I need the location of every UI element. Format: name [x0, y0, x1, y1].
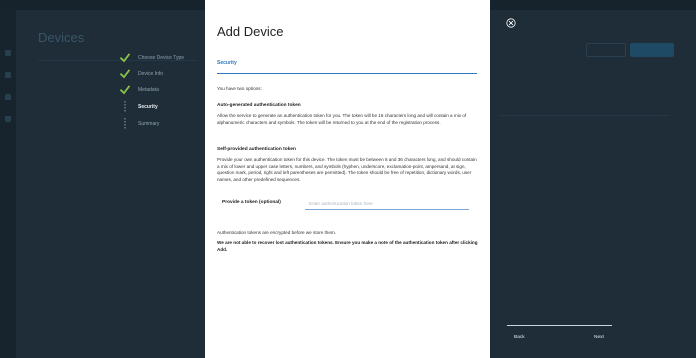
- close-button[interactable]: [506, 15, 516, 28]
- background-button: [586, 43, 626, 57]
- next-button[interactable]: Next: [594, 335, 604, 340]
- auto-token-heading: Auto-generated authentication token: [217, 103, 301, 108]
- tab-security[interactable]: Security: [217, 60, 237, 66]
- background-page-title: Devices: [38, 30, 85, 45]
- checkmark-icon: [120, 69, 130, 79]
- intro-text: You have two options:: [217, 86, 262, 91]
- step-label: Security: [138, 104, 158, 110]
- footer-divider: [507, 325, 612, 326]
- step-label: Metadata: [138, 87, 159, 93]
- encrypted-note: Authentication tokens are encrypted befo…: [217, 230, 336, 235]
- warning-text: We are not able to recover lost authenti…: [217, 240, 478, 252]
- add-device-modal: Add Device Security You have two options…: [205, 0, 490, 358]
- token-input[interactable]: [305, 198, 469, 210]
- token-field-label: Provide a token (optional): [222, 200, 281, 205]
- self-token-heading: Self-provided authentication token: [217, 147, 296, 152]
- tab-underline: [217, 73, 477, 74]
- step-security[interactable]: Security: [120, 101, 158, 113]
- step-device-info[interactable]: Device Info: [120, 68, 163, 80]
- step-label: Summary: [138, 121, 160, 127]
- step-choose-device-type[interactable]: Choose Device Type: [120, 52, 184, 64]
- background-row: [500, 115, 670, 116]
- close-icon: [506, 15, 516, 32]
- back-button[interactable]: Back: [514, 335, 525, 340]
- step-metadata[interactable]: Metadata: [120, 84, 159, 96]
- step-indicator-icon: [120, 101, 130, 113]
- checkmark-icon: [120, 85, 130, 95]
- step-label: Choose Device Type: [138, 55, 185, 61]
- modal-title: Add Device: [217, 24, 284, 39]
- background-primary-button: [630, 43, 674, 57]
- step-label: Device Info: [138, 71, 164, 77]
- checkmark-icon: [120, 53, 130, 63]
- background-sidenav: [0, 10, 16, 358]
- step-summary[interactable]: Summary: [120, 118, 159, 130]
- auto-token-description: Allow the service to generate an authent…: [217, 113, 467, 125]
- step-indicator-icon: [120, 118, 130, 130]
- self-token-description: Provide your own authentication token fo…: [217, 157, 477, 182]
